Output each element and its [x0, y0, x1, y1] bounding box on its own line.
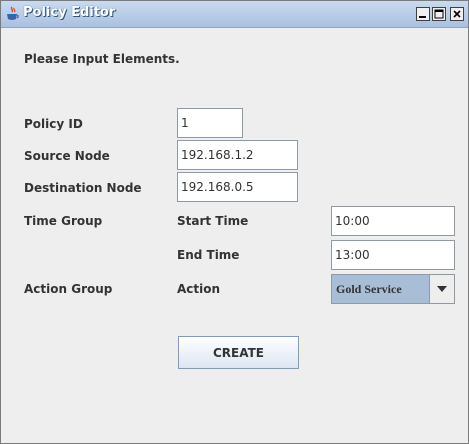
start-time-input[interactable]: 10:00: [331, 206, 455, 236]
end-time-label: End Time: [177, 248, 240, 262]
java-cup-icon: [5, 6, 19, 22]
chevron-down-icon[interactable]: [429, 275, 454, 303]
time-group-label: Time Group: [24, 214, 103, 228]
destination-node-label: Destination Node: [24, 181, 142, 195]
create-button[interactable]: CREATE: [178, 336, 299, 369]
source-node-input[interactable]: 192.168.1.2: [177, 140, 298, 170]
start-time-label: Start Time: [177, 214, 249, 228]
end-time-input[interactable]: 13:00: [331, 240, 455, 270]
maximize-icon[interactable]: [432, 7, 446, 21]
policy-id-input[interactable]: 1: [177, 108, 243, 138]
window-title: Policy Editor: [23, 5, 116, 20]
policy-editor-window: Policy Editor Please Input Elements. Pol…: [0, 0, 469, 444]
instruction-text: Please Input Elements.: [24, 52, 180, 66]
title-bar[interactable]: Policy Editor: [1, 1, 468, 28]
action-label: Action: [177, 282, 221, 296]
action-selected-value: Gold Service: [336, 282, 402, 296]
source-node-label: Source Node: [24, 149, 110, 163]
minimize-icon[interactable]: [416, 7, 430, 21]
destination-node-input[interactable]: 192.168.0.5: [177, 172, 298, 202]
action-select[interactable]: Gold Service: [331, 274, 455, 304]
policy-id-label: Policy ID: [24, 117, 83, 131]
close-icon[interactable]: [450, 7, 464, 21]
action-group-label: Action Group: [24, 282, 113, 296]
